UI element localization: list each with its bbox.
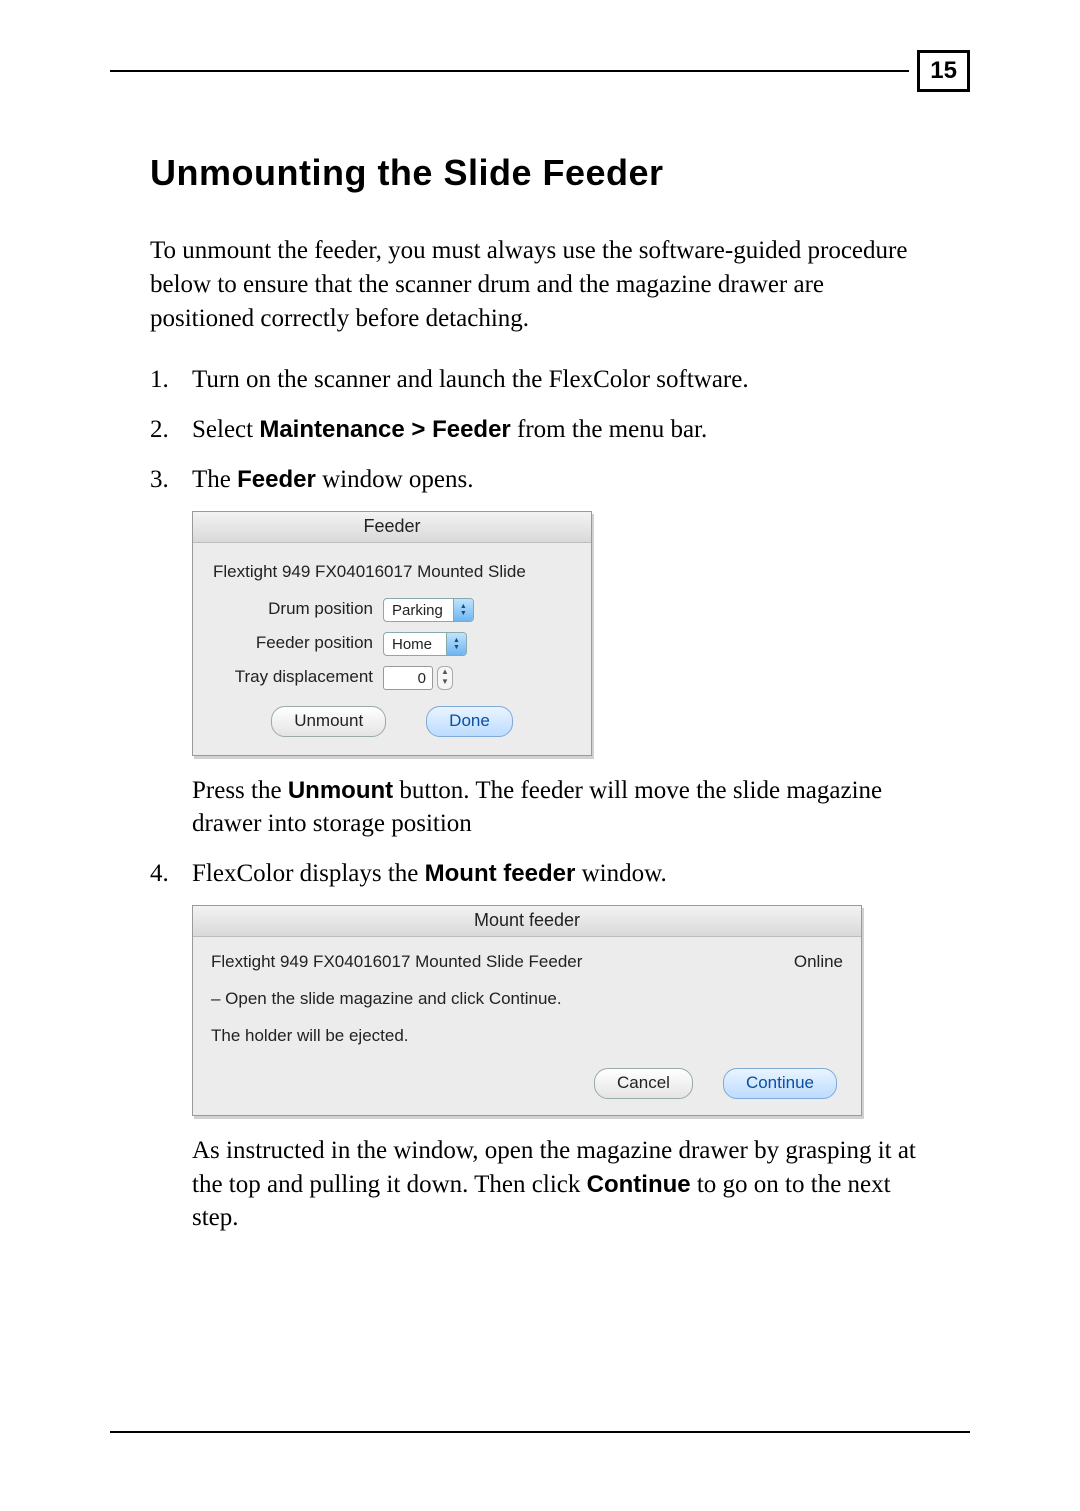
mount-feeder-title: Mount feeder bbox=[193, 906, 861, 937]
feeder-position-label: Feeder position bbox=[213, 632, 383, 655]
unmount-button[interactable]: Unmount bbox=[271, 706, 386, 737]
feeder-position-select[interactable]: Home bbox=[383, 632, 467, 656]
tray-displacement-stepper[interactable]: 0 ▲▼ bbox=[383, 666, 453, 690]
drum-position-label: Drum position bbox=[213, 598, 383, 621]
page-number: 15 bbox=[930, 57, 957, 84]
step-3: The Feeder window opens. Feeder Flextigh… bbox=[150, 463, 930, 841]
mount-status: Online bbox=[794, 951, 843, 974]
done-button[interactable]: Done bbox=[426, 706, 513, 737]
step-1: Turn on the scanner and launch the FlexC… bbox=[150, 363, 930, 397]
feeder-dialog: Feeder Flextight 949 FX04016017 Mounted … bbox=[192, 511, 592, 756]
tray-displacement-label: Tray displacement bbox=[213, 666, 383, 689]
mount-device-name: Flextight 949 FX04016017 Mounted Slide F… bbox=[211, 951, 582, 974]
mount-instruction-1: – Open the slide magazine and click Cont… bbox=[211, 988, 843, 1011]
stepper-arrows-icon: ▲▼ bbox=[437, 666, 453, 690]
steps-list: Turn on the scanner and launch the FlexC… bbox=[150, 363, 930, 1235]
page-number-box: 15 bbox=[917, 50, 970, 92]
section-heading: Unmounting the Slide Feeder bbox=[150, 152, 970, 194]
select-arrows-icon bbox=[446, 633, 466, 655]
mount-instruction-2: The holder will be ejected. bbox=[211, 1025, 843, 1048]
drum-position-select[interactable]: Parking bbox=[383, 598, 474, 622]
step-4: FlexColor displays the Mount feeder wind… bbox=[150, 857, 930, 1235]
intro-paragraph: To unmount the feeder, you must always u… bbox=[150, 234, 910, 335]
header-rule: 15 bbox=[110, 50, 970, 92]
cancel-button[interactable]: Cancel bbox=[594, 1068, 693, 1099]
continue-button[interactable]: Continue bbox=[723, 1068, 837, 1099]
select-arrows-icon bbox=[453, 599, 473, 621]
feeder-dialog-title: Feeder bbox=[193, 512, 591, 543]
step-3-followup: Press the Unmount button. The feeder wil… bbox=[192, 774, 930, 842]
feeder-device-name: Flextight 949 FX04016017 Mounted Slide bbox=[213, 561, 571, 584]
step-2: Select Maintenance > Feeder from the men… bbox=[150, 413, 930, 447]
footer-rule bbox=[110, 1431, 970, 1433]
mount-feeder-dialog: Mount feeder Flextight 949 FX04016017 Mo… bbox=[192, 905, 862, 1116]
step-4-followup: As instructed in the window, open the ma… bbox=[192, 1134, 930, 1235]
